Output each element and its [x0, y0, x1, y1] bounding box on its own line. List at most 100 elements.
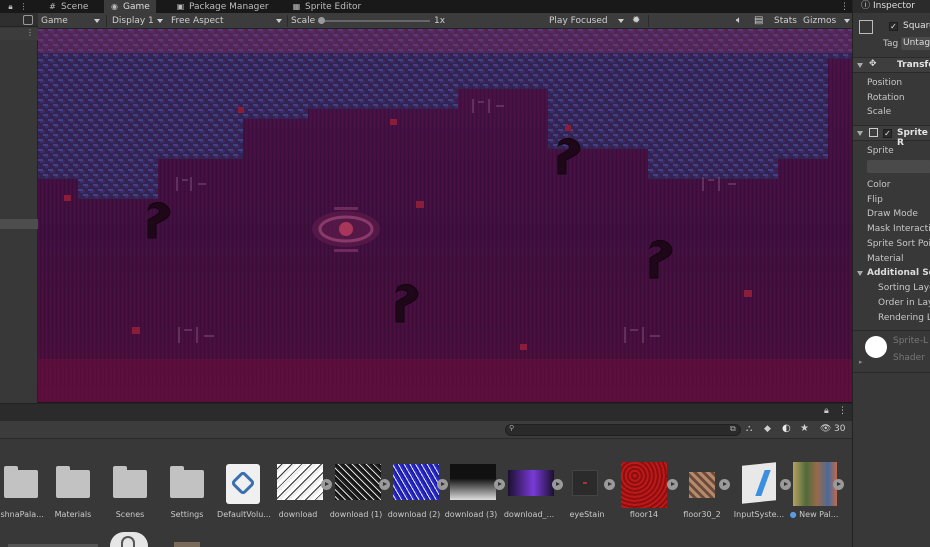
- more-icon[interactable]: ⋮: [838, 406, 847, 416]
- more-icon[interactable]: ⋮: [19, 2, 28, 11]
- star-icon[interactable]: ★: [800, 423, 809, 434]
- asset-texture[interactable]: download (3): [442, 462, 505, 522]
- asset-texture[interactable]: download (2): [385, 462, 448, 522]
- asset-folder[interactable]: Scenes: [101, 462, 159, 522]
- divider: [287, 15, 288, 27]
- asset-palette[interactable]: ● New Pal...: [785, 462, 844, 522]
- texture-thumbnail: [393, 462, 439, 506]
- object-name[interactable]: Square: [903, 21, 930, 31]
- play-icon[interactable]: [833, 479, 844, 490]
- hierarchy-toolbar: [0, 13, 38, 27]
- palette-icon: ●: [789, 510, 797, 519]
- search-icon[interactable]: [23, 15, 33, 25]
- warning-icon[interactable]: ◐: [782, 423, 791, 434]
- tab-label: Package Manager: [189, 1, 269, 12]
- active-checkbox[interactable]: ✓: [889, 22, 898, 31]
- gamepad-icon: ◉: [111, 2, 118, 11]
- game-viewport[interactable]: [38, 29, 852, 402]
- transform-header[interactable]: ✥ Transfo: [853, 57, 930, 73]
- tab-game[interactable]: ◉ Game: [104, 0, 156, 13]
- sorting-layer-label: Sorting Laye: [878, 283, 930, 293]
- asset-texture[interactable]: download (1): [327, 462, 390, 522]
- stats-button[interactable]: Stats: [774, 14, 797, 28]
- chevron-down-icon: [618, 19, 624, 23]
- sprite-label: Sprite: [867, 146, 894, 156]
- texture-thumbnail: [621, 462, 667, 508]
- play-icon[interactable]: [719, 479, 730, 490]
- hierarchy-selected-row[interactable]: [0, 219, 38, 229]
- hierarchy-panel: ⋮: [0, 13, 38, 403]
- color-label: Color: [867, 180, 891, 190]
- palette-thumbnail: [793, 462, 837, 506]
- flip-label: Flip: [867, 195, 883, 205]
- hidden-count-icon[interactable]: 👁︎: [820, 424, 831, 434]
- volume-profile-icon: [223, 462, 265, 506]
- asset-next-row[interactable]: [110, 532, 148, 547]
- additional-settings-label[interactable]: Additional Setti: [867, 268, 930, 278]
- tab-sprite-editor[interactable]: ▦ Sprite Editor: [286, 0, 367, 13]
- play-mode-dropdown[interactable]: Play Focused: [546, 14, 628, 28]
- folder-icon: [166, 462, 208, 506]
- divider: [106, 15, 107, 27]
- project-tab-bar: 🔒︎ ⋮: [0, 404, 852, 421]
- scale-slider[interactable]: [318, 17, 430, 24]
- project-toolbar: ⚲ ⧉ ⛬ ◆ ◐ ★ 👁︎ 30: [0, 421, 852, 439]
- texture-thumbnail: [335, 462, 381, 506]
- inspector-title: Inspector: [873, 1, 915, 11]
- chevron-down-icon: [276, 19, 282, 23]
- lock-icon[interactable]: 🔒︎: [6, 2, 15, 11]
- chevron-right-icon[interactable]: ▸: [859, 358, 863, 366]
- package-icon: ▣: [176, 2, 185, 11]
- tag-dropdown[interactable]: Untagg: [901, 37, 930, 50]
- tab-package-manager[interactable]: ▣ Package Manager: [170, 0, 275, 13]
- enabled-checkbox[interactable]: ✓: [883, 129, 892, 138]
- more-icon[interactable]: ⋮: [26, 28, 34, 37]
- label-icon[interactable]: ◆: [764, 424, 771, 434]
- asset-texture[interactable]: download_...: [500, 462, 563, 522]
- bug-icon[interactable]: ✹: [632, 14, 640, 28]
- speaker-icon[interactable]: 🔈︎: [736, 14, 742, 28]
- view-label: Game: [41, 16, 68, 26]
- asset-texture[interactable]: floor14: [615, 462, 678, 522]
- gizmos-dropdown[interactable]: Gizmos: [800, 14, 852, 28]
- search-icon: ⚲: [509, 424, 515, 432]
- aspect-dropdown[interactable]: Free Aspect: [168, 14, 286, 28]
- divider: [853, 330, 930, 331]
- asset-texture[interactable]: floor30_2: [673, 462, 731, 522]
- texture-thumbnail: [450, 462, 496, 506]
- hierarchy-header: ⋮: [0, 28, 38, 40]
- sprite-sort-point-label: Sprite Sort Poin: [867, 239, 930, 249]
- transform-title: Transfo: [897, 60, 930, 70]
- tab-scene[interactable]: # Scene: [42, 0, 94, 13]
- divider: [853, 372, 930, 373]
- inspector-tab[interactable]: ⓘ Inspector: [853, 0, 930, 13]
- asset-folder[interactable]: Settings: [158, 462, 216, 522]
- lock-icon[interactable]: 🔒︎: [824, 406, 829, 416]
- asset-texture[interactable]: download: [269, 462, 332, 522]
- asset-next-row[interactable]: [174, 542, 200, 547]
- play-icon[interactable]: [604, 479, 615, 490]
- scale-label: Scale: [291, 16, 316, 26]
- asset-folder[interactable]: Materials: [44, 462, 102, 522]
- scale-slider-handle[interactable]: [318, 17, 325, 24]
- filter-type-icon[interactable]: ⛬: [746, 424, 752, 434]
- folder-icon: [109, 462, 151, 506]
- chevron-down-icon[interactable]: [857, 271, 863, 276]
- tab-label: Scene: [61, 1, 89, 12]
- tab-strip: 🔒︎ ⋮ # Scene ◉ Game ▣ Package Manager ▦ …: [0, 0, 852, 13]
- display-dropdown[interactable]: Display 1: [109, 14, 167, 28]
- search-type-icon[interactable]: ⧉: [730, 424, 736, 434]
- input-system-icon: [738, 462, 780, 506]
- keyboard-icon[interactable]: ▤: [754, 14, 763, 28]
- sprite-renderer-header[interactable]: ✓ Sprite R: [853, 125, 930, 148]
- search-input[interactable]: ⚲ ⧉: [505, 424, 741, 436]
- chevron-down-icon: [857, 131, 863, 136]
- sprite-field[interactable]: [867, 160, 930, 173]
- inspector-panel: ⓘ Inspector ✓ Square Tag Untagg ✥ Transf…: [852, 0, 930, 547]
- view-dropdown[interactable]: Game: [38, 14, 104, 28]
- display-label: Display 1: [112, 16, 154, 26]
- asset-texture[interactable]: eyeStain: [558, 462, 616, 522]
- folder-icon: [0, 462, 42, 506]
- shader-label: Shader: [893, 353, 925, 363]
- scale-value: 1x: [434, 16, 446, 26]
